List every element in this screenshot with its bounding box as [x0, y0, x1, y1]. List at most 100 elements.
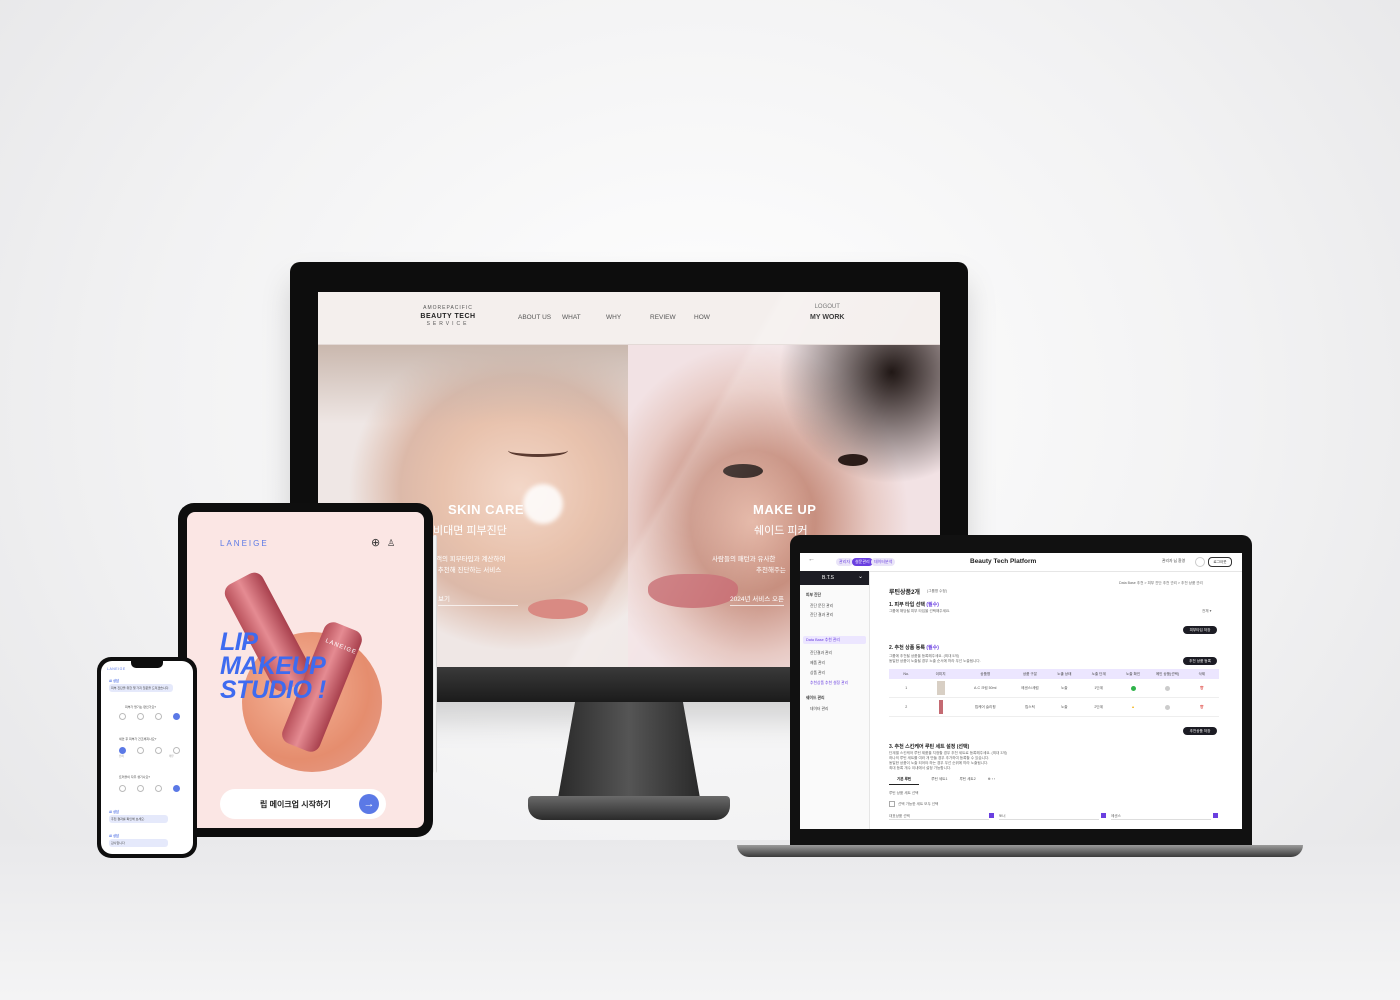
section3-title: 3. 추천 스킨케어 루틴 세트 설정 (선택) [889, 744, 970, 750]
check-icon[interactable] [1213, 813, 1218, 818]
smartphone: LANEIGE AI 상담 피부 진단을 위한 몇 가지 질문을 드리겠습니다.… [97, 657, 197, 858]
answer-scale-3[interactable] [119, 785, 180, 792]
col-stage: 노출 단계 [1091, 672, 1106, 676]
sidebar-item-data[interactable]: 데이터 관리 [810, 707, 829, 712]
radio-option-selected [173, 785, 180, 792]
pill-survey[interactable]: 설문관리 [852, 558, 873, 566]
skin-care-desc-1: 고객의 피부타입과 계산하여 [430, 556, 506, 563]
page-title-note: (그룹명 수정) [927, 589, 947, 593]
pill-analysis[interactable]: 데이터분석 [871, 558, 896, 566]
nav-review[interactable]: REVIEW [650, 314, 694, 321]
skin-care-link[interactable]: 보기 [438, 593, 518, 606]
skin-type-select[interactable]: 전체 ▾ [1202, 609, 1211, 614]
arrow-right-icon[interactable]: → [359, 794, 379, 814]
main-radio[interactable] [1150, 698, 1184, 716]
save-recommend-button[interactable]: 추천상품 저장 [1183, 727, 1217, 735]
check-icon[interactable] [989, 813, 994, 818]
register-product-button[interactable]: 추천 상품 등록 [1183, 657, 1217, 665]
beauty-tech-logo[interactable]: AMOREPACIFIC BEAUTY TECH SERVICE [418, 306, 478, 327]
sidebar-item-result-manage[interactable]: 진단결과 관리 [810, 651, 832, 656]
radio-option-selected [173, 713, 180, 720]
row-status-select[interactable]: 노출 [1047, 679, 1081, 697]
product-thumbnail [923, 698, 957, 716]
answer-scale-2[interactable] [119, 747, 180, 754]
main-radio[interactable] [1150, 679, 1184, 697]
chevron-down-icon[interactable]: ⌄ [858, 573, 863, 580]
phone-notch [131, 661, 163, 668]
chat-bubble: 피부 진단을 위한 몇 가지 질문을 드리겠습니다. [109, 684, 173, 692]
sidebar-item-db-recommend[interactable]: Data Base 추천 관리 [803, 636, 866, 644]
table-row[interactable]: 1 A.C 크림 50ml 에센스/세럼 노출 1단계 🗑 [889, 679, 1219, 698]
laneige-logo[interactable]: LANEIGE [220, 539, 269, 548]
sidebar-item-recommend-setting[interactable]: 추천상품 추천 설정 관리 [810, 681, 848, 686]
delete-icon[interactable]: 🗑 [1185, 698, 1219, 716]
sidebar-item-survey[interactable]: 진단 문진 관리 [810, 604, 833, 609]
col-delete: 삭제 [1198, 672, 1206, 676]
row-stage-select[interactable]: 1단계 [1082, 679, 1116, 697]
tab-routine-set-1[interactable]: 루틴 세트1 [931, 777, 947, 785]
main-nav: ABOUT US WHAT WHY REVIEW HOW [518, 314, 738, 321]
logout-link[interactable]: LOGOUT [810, 304, 844, 310]
row-status-select[interactable]: 노출 [1047, 698, 1081, 716]
row-stage-select[interactable]: 2단계 [1082, 698, 1116, 716]
toggle-icon[interactable] [1195, 557, 1205, 567]
stylus-pencil [433, 535, 437, 773]
make-up-desc-2: 추천해주는 [756, 567, 786, 574]
col-status: 노출 상태 [1057, 672, 1072, 676]
bot-label: AI 상담 [109, 679, 119, 683]
admin-sidebar: B.T.S ⌄ 피부 진단 진단 문진 관리 진단 결과 관리 Data Bas… [800, 571, 870, 829]
my-work-link[interactable]: MY WORK [810, 314, 844, 321]
sidebar-item-diagnosis[interactable]: 피부 진단 [806, 593, 821, 598]
laptop-base [737, 845, 1303, 857]
col-image: 이미지 [935, 672, 946, 676]
main-content: Data Base 추천 > 피부 진단 추천 관리 > 추천 상품 관리 루틴… [869, 571, 1242, 829]
sidebar-item-shade[interactable]: 쉐이드 관리 [806, 696, 825, 701]
title-line-1: LIP [220, 628, 258, 656]
start-lip-makeup-button[interactable]: 립 메이크업 시작하기 → [220, 789, 386, 819]
nav-how[interactable]: HOW [694, 314, 738, 321]
scale-high-label: 매우 [169, 755, 174, 758]
logout-button[interactable]: 로그아웃 [1208, 557, 1232, 567]
check-icon[interactable] [1101, 813, 1106, 818]
radio-option [155, 713, 162, 720]
make-up-link[interactable]: 2024년 서비스 오픈 [730, 593, 784, 606]
sidebar-item-result[interactable]: 진단 결과 관리 [810, 613, 833, 618]
model-eye [508, 444, 568, 457]
checkbox-icon[interactable] [889, 801, 895, 807]
answer-scale-1[interactable] [119, 713, 180, 720]
tab-basic-routine[interactable]: 기본 루틴 [889, 777, 920, 785]
nav-why[interactable]: WHY [606, 314, 650, 321]
col-check: 노출 확인 [1125, 672, 1141, 676]
model-lips [528, 599, 588, 619]
section1-required: (필수) [926, 602, 939, 608]
field-main-product[interactable]: 대표상품 선택 [889, 814, 989, 820]
field-toner[interactable]: 토너 [999, 814, 1099, 820]
row-no: 2 [905, 705, 908, 709]
nav-what[interactable]: WHAT [562, 314, 606, 321]
field-essence[interactable]: 에센스 [1111, 814, 1211, 820]
user-icon[interactable]: ♙ [387, 538, 395, 549]
chat-bubble: 감사합니다 [109, 839, 168, 847]
sidebar-item-goods[interactable]: 상품 관리 [810, 671, 825, 676]
tab-routine-set-2[interactable]: 루틴 세트2 [959, 777, 975, 785]
globe-icon[interactable]: ⊕ [371, 536, 380, 549]
question-3: 트러블이 자주 생기나요? [119, 775, 150, 779]
delete-icon[interactable]: 🗑 [1185, 679, 1219, 697]
section2-desc-2: 동일한 상품이 노출될 경우 노출 순서에 따라 우선 노출됩니다. [889, 659, 981, 663]
save-skin-type-button[interactable]: 피부타입 저장 [1183, 626, 1217, 634]
nav-about[interactable]: ABOUT US [518, 314, 562, 321]
make-up-title: MAKE UP [753, 502, 817, 517]
table-row[interactable]: 2 립케어 슬리핑 립스틱 노출 2단계 ▲ 🗑 [889, 698, 1219, 717]
logo-line-2: BEAUTY TECH [420, 313, 476, 320]
section2-title: 2. 추천 상품 등록 (필수) [889, 644, 939, 651]
sidebar-item-product[interactable]: 제품 관리 [810, 661, 825, 666]
add-icon[interactable]: ⊕ ‹ › [988, 777, 995, 785]
laptop: ← 관리자 설문관리 데이터분석 Beauty Tech Platform 관리… [790, 535, 1252, 845]
cta-label: 립 메이크업 시작하기 [260, 800, 331, 809]
col-type: 상품 구분 [1022, 672, 1038, 676]
monitor-stand [558, 702, 700, 798]
back-icon[interactable]: ← [808, 556, 815, 563]
model-eye [723, 464, 763, 478]
section1-desc: 그룹에 해당될 피부 타입을 선택해주세요. [889, 609, 951, 613]
pill-admin[interactable]: 관리자 [836, 558, 854, 566]
